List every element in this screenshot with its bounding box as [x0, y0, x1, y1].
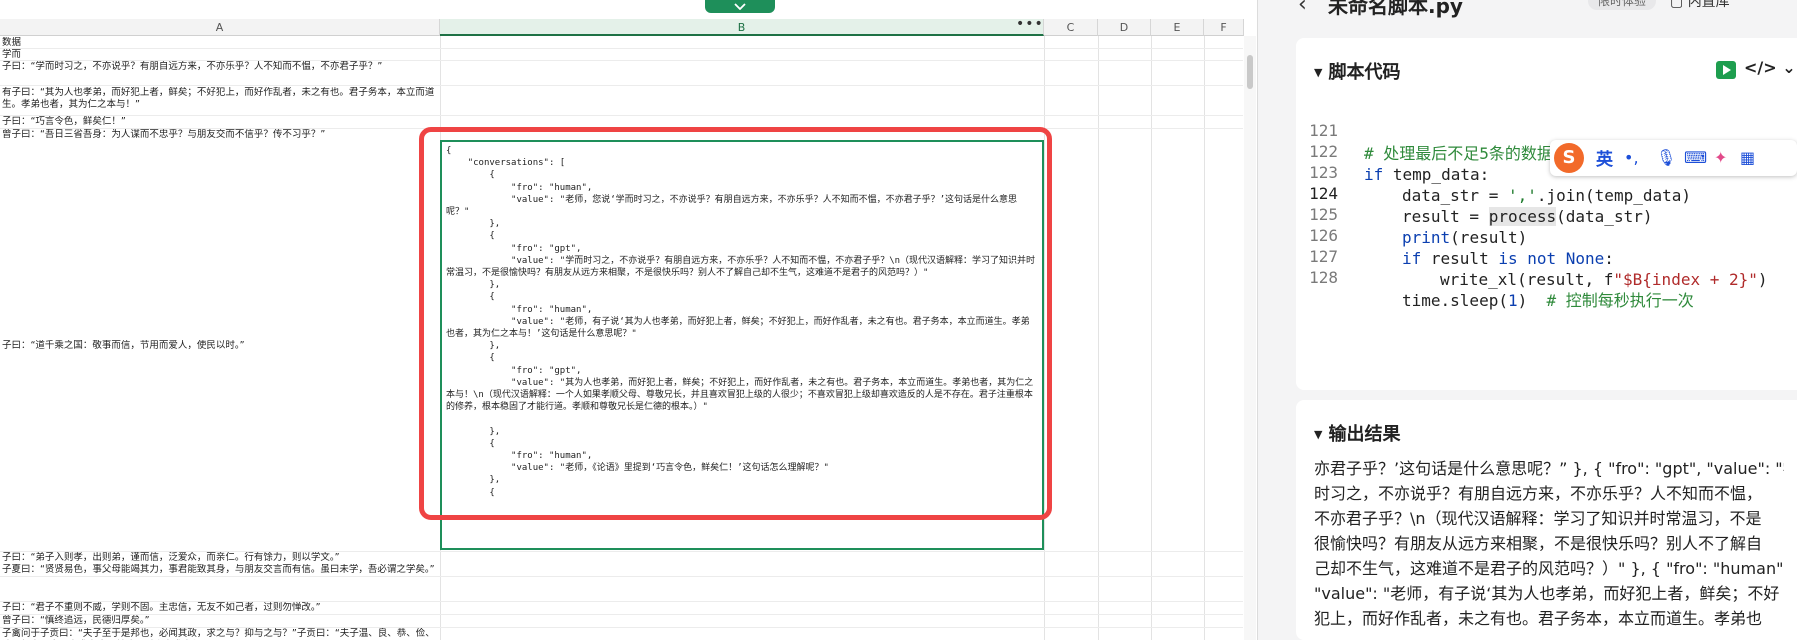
grid-line	[1151, 36, 1152, 640]
output-card: ▼ 输出结果 亦君子乎？’这句话是什么意思呢？” }, { "fro": "gpt…	[1296, 400, 1797, 640]
column-header-a[interactable]: A	[0, 19, 440, 36]
punctuation-toggle[interactable]: •,	[1624, 148, 1639, 167]
output-line: 亦君子乎？’这句话是什么意思呢？” }, { "fro": "gpt", "va…	[1314, 459, 1784, 478]
back-arrow-icon[interactable]: ‹	[1298, 0, 1307, 17]
code-line[interactable]: 122 if temp_data:	[1296, 117, 1797, 184]
skin-icon[interactable]: ✦	[1714, 148, 1727, 167]
toolbox-icon[interactable]: ▦	[1740, 148, 1755, 167]
output-line: 己却不生气，这难道不是君子的风范吗？）" }, { "fro": "human"…	[1314, 559, 1784, 578]
output-section-header[interactable]: ▼ 输出结果	[1314, 420, 1400, 446]
code-card: ▼ 脚本代码 </> ⌄ 121 # 处理最后不足5条的数据 122 if tem…	[1296, 38, 1797, 390]
column-header-c[interactable]: C	[1044, 19, 1098, 36]
microphone-icon[interactable]: 🎙	[1656, 148, 1676, 167]
cell-a1[interactable]: 数据	[2, 37, 440, 49]
more-options-icon[interactable]: •••	[1016, 17, 1044, 31]
selected-cell-b7[interactable]: { "conversations": [ { "fro": "human", "…	[440, 140, 1044, 550]
column-header-d[interactable]: D	[1098, 19, 1151, 36]
output-line: 犯上，而好作乱者，未之有也。君子务本，本立而道生。孝弟也	[1314, 609, 1763, 628]
code-line[interactable]: 125 print(result)	[1296, 180, 1797, 247]
output-line: 不亦君子乎？\n（现代汉语解释：学习了知识并时常温习，不是	[1314, 509, 1762, 528]
sogou-logo-icon[interactable]: S	[1554, 143, 1584, 173]
code-section-header[interactable]: ▼ 脚本代码	[1314, 58, 1400, 84]
trial-badge: 限时体验	[1588, 0, 1657, 10]
code-line[interactable]: 121 # 处理最后不足5条的数据	[1296, 96, 1797, 163]
output-line: 很愉快吗？有朋友从远方来相聚，不是很快乐吗？别人不了解自	[1314, 534, 1763, 553]
library-icon: ▢	[1670, 0, 1688, 10]
run-button[interactable]	[1716, 61, 1736, 79]
collapse-triangle-icon: ▼	[1314, 66, 1323, 79]
grid-line	[1098, 36, 1099, 640]
collapse-triangle-icon: ▼	[1314, 428, 1323, 441]
cell-a11[interactable]: 曾子曰：“慎终追远，民德归厚矣。”	[2, 615, 440, 627]
app-window: A B ••• C D E F 数据 学而 子曰：“学而时习之，不亦说乎？有朋自…	[0, 0, 1797, 640]
keyboard-icon[interactable]: ⌨	[1684, 148, 1707, 167]
cell-a7[interactable]: 子曰：“道千乘之国：敬事而信，节用而爱人，使民以时。”	[2, 340, 440, 352]
grid-line	[0, 85, 1243, 86]
chevron-down-icon	[734, 3, 746, 10]
cell-a12[interactable]: 子禽问于子贡曰：“夫子至于是邦也，必闻其政，求之与？抑与之与？”子贡曰：“夫子温…	[2, 628, 440, 640]
code-text: time.sleep(1) # 控制每秒执行一次	[1402, 291, 1694, 310]
code-line[interactable]: 128 time.sleep(1) # 控制每秒执行一次	[1296, 243, 1797, 310]
code-text: write_xl(result, f"$B{index + 2}")	[1440, 270, 1768, 289]
chevron-down-icon: ⌄	[1782, 58, 1796, 77]
grid-line	[1044, 36, 1045, 640]
column-header-f[interactable]: F	[1204, 19, 1244, 36]
spreadsheet[interactable]: A B ••• C D E F 数据 学而 子曰：“学而时习之，不亦说乎？有朋自…	[0, 0, 1258, 640]
ime-toolbar[interactable]: S 英 •, 🎙 ⌨ ✦ ▦	[1550, 140, 1797, 176]
vertical-scrollbar[interactable]	[1244, 36, 1256, 640]
code-line[interactable]: 127 write_xl(result, f"$B{index + 2}")	[1296, 222, 1797, 289]
output-line: "value": "老师，有子说‘其为人也孝弟，而好犯上者，鲜矣；不好	[1314, 584, 1780, 603]
collapse-toggle[interactable]	[705, 0, 775, 13]
panel-header: ‹ 未命名脚本.py 限时体验 ▢ 内置库	[1258, 0, 1797, 22]
cell-a9[interactable]: 子夏曰：“贤贤易色，事父母能竭其力，事君能致其身，与朋友交言而有信。虽曰未学，吾…	[2, 564, 440, 601]
script-title: 未命名脚本.py	[1328, 0, 1463, 18]
column-header-b[interactable]: B	[440, 19, 1044, 36]
builtin-library-label: 内置库	[1687, 0, 1730, 10]
cell-json-content: { "conversations": [ { "fro": "human", "…	[446, 146, 1036, 498]
cell-a3[interactable]: 子曰：“学而时习之，不亦说乎？有朋自远方来，不亦乐乎？人不知而不愠，不亦君子乎？…	[2, 61, 440, 85]
output-text[interactable]: 亦君子乎？’这句话是什么意思呢？” }, { "fro": "gpt", "va…	[1314, 456, 1784, 640]
code-icon: </>	[1744, 58, 1777, 77]
line-number: 128	[1309, 268, 1338, 287]
grid-line	[1204, 36, 1205, 640]
cell-a6[interactable]: 曾子曰：“吾日三省吾身：为人谋而不忠乎？与朋友交而不信乎？传不习乎？”	[2, 129, 440, 141]
code-line[interactable]: 126 if result is not None:	[1296, 201, 1797, 268]
cell-a4[interactable]: 有子曰：“其为人也孝弟，而好犯上者，鲜矣；不好犯上，而好作乱者，未之有也。君子务…	[2, 87, 440, 114]
cell-a10[interactable]: 子曰：“君子不重则不威，学则不固。主忠信，无友不如己者，过则勿惮改。”	[2, 602, 440, 614]
column-header-e[interactable]: E	[1151, 19, 1204, 36]
output-line: 时习之，不亦说乎？有朋自远方来，不亦乐乎？人不知而不愠，	[1314, 484, 1763, 503]
output-section-title: 输出结果	[1328, 424, 1401, 445]
cell-a5[interactable]: 子曰：“巧言令色，鲜矣仁！”	[2, 116, 440, 128]
script-panel: ‹ 未命名脚本.py 限时体验 ▢ 内置库 ▼ 脚本代码 </> ⌄ 121 # …	[1258, 0, 1797, 640]
cell-a2[interactable]: 学而	[2, 49, 440, 61]
ime-language-toggle[interactable]: 英	[1596, 145, 1613, 170]
code-section-title: 脚本代码	[1328, 62, 1401, 83]
builtin-library-button[interactable]: ▢ 内置库	[1670, 0, 1730, 11]
scrollbar-thumb[interactable]	[1247, 55, 1253, 89]
code-view-toggle[interactable]: </> ⌄	[1744, 58, 1796, 77]
